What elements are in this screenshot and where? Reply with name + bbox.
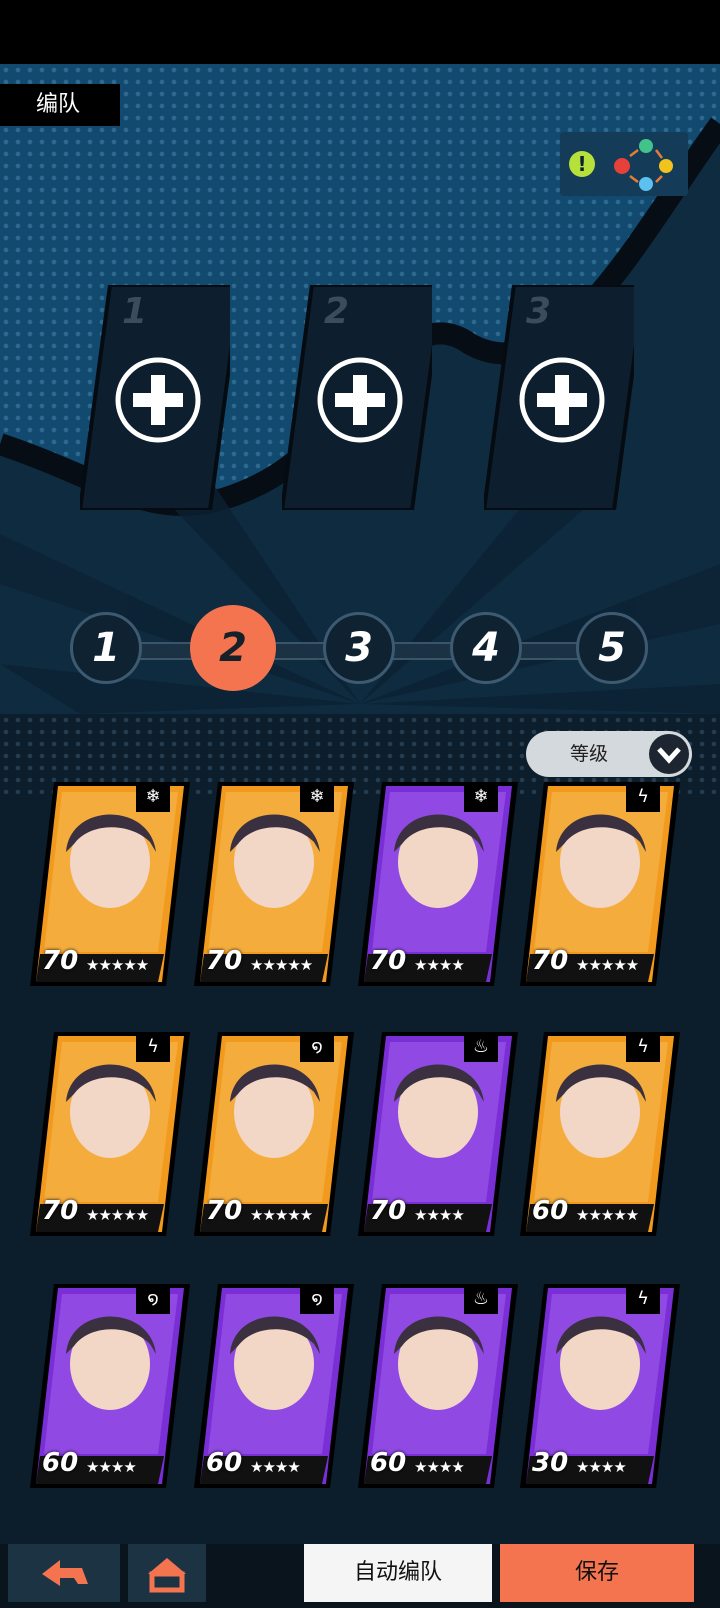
character-card[interactable]: ϟ 70 ★★★★★ [30, 1032, 190, 1236]
home-icon [148, 1558, 186, 1593]
fire-icon: ♨ [464, 1284, 498, 1314]
character-level: 70 [532, 946, 569, 976]
lightning-icon: ϟ [626, 1032, 660, 1062]
character-stars: ★★★★ [414, 1206, 465, 1224]
character-level: 60 [370, 1448, 407, 1478]
character-level: 70 [206, 1196, 243, 1226]
character-level: 60 [532, 1196, 569, 1226]
auto-formation-button[interactable]: 自动编队 [304, 1544, 492, 1602]
character-level: 70 [370, 1196, 407, 1226]
character-stars: ★★★★★ [86, 956, 149, 974]
slot-number: 2 [324, 291, 350, 332]
character-stars: ★★★★ [86, 1458, 137, 1476]
add-icon [519, 357, 605, 443]
save-button[interactable]: 保存 [500, 1544, 694, 1602]
character-stars: ★★★★★ [86, 1206, 149, 1224]
character-level: 70 [206, 946, 243, 976]
snowflake-icon: ❄ [464, 782, 498, 812]
add-icon [115, 357, 201, 443]
character-level: 70 [42, 946, 79, 976]
character-card[interactable]: ϟ 30 ★★★★ [520, 1284, 680, 1488]
element-chart-button[interactable]: ! [560, 132, 688, 196]
back-arrow-icon [42, 1560, 88, 1586]
character-stars: ★★★★ [414, 1458, 465, 1476]
character-level: 70 [42, 1196, 79, 1226]
team-slot-2[interactable]: 2 [282, 285, 432, 510]
snowflake-icon: ❄ [300, 782, 334, 812]
svg-text:!: ! [577, 152, 586, 176]
page-title: 编队 [0, 84, 120, 126]
home-button[interactable] [128, 1544, 206, 1602]
back-button[interactable] [8, 1544, 120, 1602]
character-stars: ★★★★★ [250, 956, 313, 974]
character-level: 60 [42, 1448, 79, 1478]
character-card[interactable]: ❄ 70 ★★★★ [358, 782, 518, 986]
character-card[interactable]: ♨ 60 ★★★★ [358, 1284, 518, 1488]
lightning-icon: ϟ [136, 1032, 170, 1062]
character-card[interactable]: ♨ 70 ★★★★ [358, 1032, 518, 1236]
team-tab-5[interactable]: 5 [576, 612, 648, 684]
sort-label: 等级 [570, 743, 609, 765]
fire-icon: ♨ [464, 1032, 498, 1062]
team-tab-4[interactable]: 4 [450, 612, 522, 684]
wind-icon: ໑ [136, 1284, 170, 1314]
character-stars: ★★★★ [576, 1458, 627, 1476]
lightning-icon: ϟ [626, 782, 660, 812]
character-level: 30 [532, 1448, 569, 1478]
add-icon [317, 357, 403, 443]
character-card[interactable]: ❄ 70 ★★★★★ [194, 782, 354, 986]
status-bar [0, 0, 720, 64]
sort-dropdown[interactable]: 等级 [526, 731, 692, 777]
team-tab-2[interactable]: 2 [190, 605, 276, 691]
team-slot-3[interactable]: 3 [484, 285, 634, 510]
character-stars: ★★★★★ [250, 1206, 313, 1224]
character-level: 70 [370, 946, 407, 976]
character-level: 60 [206, 1448, 243, 1478]
character-card[interactable]: ໑ 60 ★★★★ [30, 1284, 190, 1488]
character-card[interactable]: ໑ 60 ★★★★ [194, 1284, 354, 1488]
team-tab-3[interactable]: 3 [323, 612, 395, 684]
character-card[interactable]: ໑ 70 ★★★★★ [194, 1032, 354, 1236]
team-tab-1[interactable]: 1 [70, 612, 142, 684]
character-stars: ★★★★★ [576, 956, 639, 974]
character-card[interactable]: ❄ 70 ★★★★★ [30, 782, 190, 986]
wind-icon: ໑ [300, 1032, 334, 1062]
snowflake-icon: ❄ [136, 782, 170, 812]
team-slot-1[interactable]: 1 [80, 285, 230, 510]
character-card[interactable]: ϟ 70 ★★★★★ [520, 782, 680, 986]
character-stars: ★★★★★ [576, 1206, 639, 1224]
lightning-icon: ϟ [626, 1284, 660, 1314]
slot-number: 1 [122, 291, 148, 332]
character-stars: ★★★★ [250, 1458, 301, 1476]
wind-icon: ໑ [300, 1284, 334, 1314]
character-card[interactable]: ϟ 60 ★★★★★ [520, 1032, 680, 1236]
chevron-down-icon [649, 734, 689, 774]
slot-number: 3 [526, 291, 552, 332]
character-stars: ★★★★ [414, 956, 465, 974]
